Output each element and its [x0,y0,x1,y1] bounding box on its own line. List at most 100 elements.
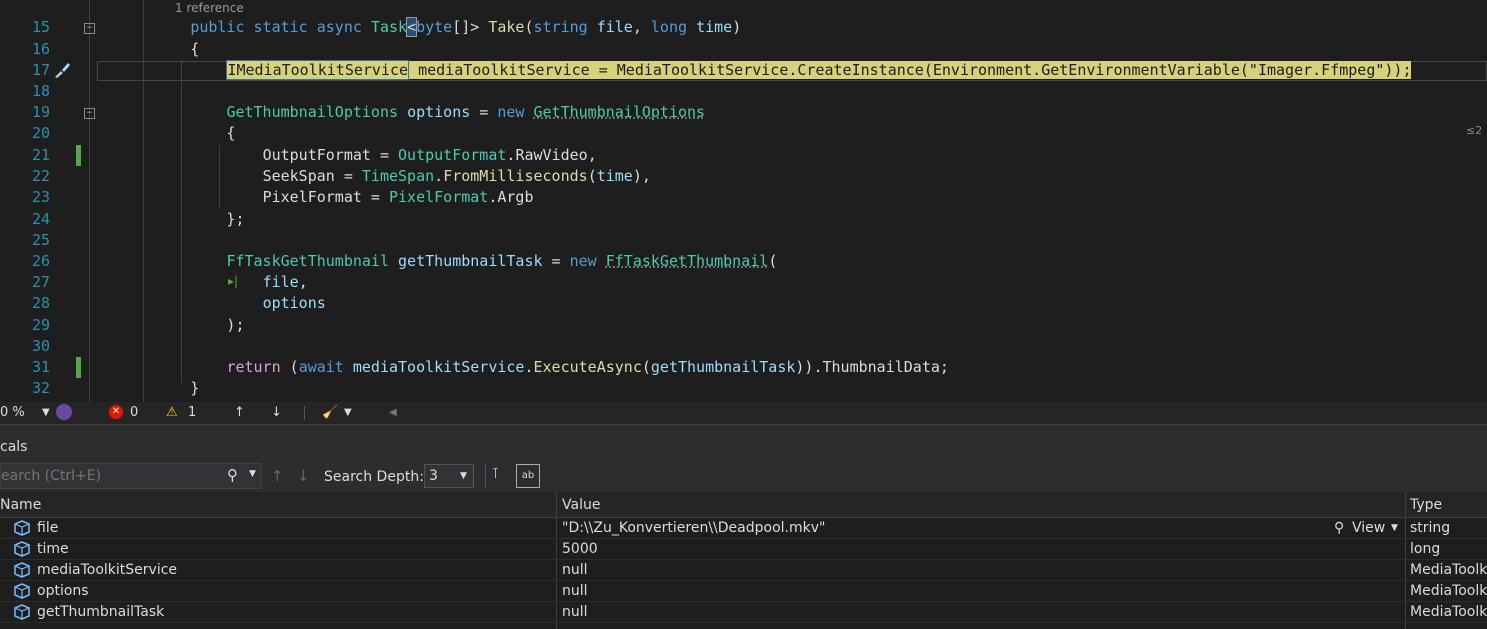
error-count[interactable]: 0 [130,405,138,420]
search-previous-icon[interactable]: ↑ [271,467,284,485]
line-number: 28 [31,294,50,312]
code-line: 27 ▸| file, [0,272,1487,293]
locals-row[interactable]: file "D:\\Zu_Konvertieren\\Deadpool.mkv"… [0,518,1487,539]
local-name: mediaToolkitService [37,562,178,578]
locals-row[interactable]: time 5000 long [0,539,1487,560]
code-text: FfTaskGetThumbnail getThumbnailTask = ne… [226,252,778,270]
code-line: 32 } [0,378,1487,399]
code-line: 26 FfTaskGetThumbnail getThumbnailTask =… [0,251,1487,272]
local-type: MediaToolk [1410,562,1487,578]
next-issue-arrow-icon[interactable]: ↓ [271,405,282,420]
locals-toolbar: ⚲ ▼ ↑ ↓ Search Depth: 3 ▼ ⊺ ab [0,462,1487,492]
code-text: ); [100,316,245,334]
copilot-icon[interactable] [56,404,72,420]
local-name: options [37,583,89,599]
code-text: { [100,124,236,142]
search-depth-value: 3 [429,468,438,484]
error-icon[interactable]: ✕ [109,405,123,419]
change-bar [76,357,81,378]
scroll-left-icon[interactable]: ◀ [389,407,397,418]
line-number: 20 [31,124,50,142]
warning-count[interactable]: 1 [188,405,196,420]
line-number: 26 [31,252,50,270]
line-number: 16 [31,40,50,58]
line-number: 15 [31,18,50,36]
code-text: file, [262,273,308,291]
code-text: GetThumbnailOptions options = new GetThu… [226,103,706,121]
local-value[interactable]: null [562,562,588,578]
code-cleanup-brush-icon[interactable]: 🧹 [322,405,338,420]
local-value[interactable]: "D:\\Zu_Konvertieren\\Deadpool.mkv" [562,520,825,536]
code-line: 28 options [0,293,1487,314]
code-line: 16 { [0,39,1487,60]
chevron-down-icon: ▼ [460,471,467,481]
code-line: 24 }; [0,209,1487,230]
local-value[interactable]: 5000 [562,541,598,557]
separator [485,465,486,487]
locals-row[interactable]: options null MediaToolk [0,581,1487,602]
line-number: 23 [31,188,50,206]
local-variable-icon [14,541,30,557]
line-number: 21 [31,146,50,164]
line-number: 18 [31,82,50,100]
warning-icon[interactable]: ⚠ [166,405,178,420]
view-visualizer-button[interactable]: View [1352,520,1385,536]
column-header-name[interactable]: Name [0,497,41,513]
line-number: 22 [31,167,50,185]
code-line: 25 [0,230,1487,251]
code-line: 18 [0,81,1487,102]
local-name: file [37,520,59,536]
code-text: } [100,379,200,397]
zoom-level[interactable]: 0 % [0,405,25,420]
locals-grid-header: Name Value Type [0,492,1487,518]
search-icon[interactable]: ⚲ [1334,520,1344,536]
code-line: 30 [0,336,1487,357]
code-text: }; [100,210,245,228]
code-line: 20 { [0,123,1487,144]
search-next-icon[interactable]: ↓ [297,467,310,485]
collapse-toggle-icon[interactable]: − [84,108,95,119]
chevron-down-icon[interactable]: ▼ [1391,523,1398,533]
local-type: long [1410,541,1441,557]
column-header-type[interactable]: Type [1410,497,1442,513]
code-text: SeekSpan = TimeSpan.FromMilliseconds(tim… [262,167,651,185]
code-text: public static async Task<byte[]> Take(st… [190,17,742,37]
separator [304,406,305,420]
pin-icon[interactable]: ⊺ [492,466,499,482]
view-options-icon[interactable]: ab [516,464,540,488]
locals-search-input[interactable] [1,466,221,486]
column-header-value[interactable]: Value [562,497,600,513]
code-line: 31 return (await mediaToolkitService.Exe… [0,357,1487,378]
code-line: 15 − public static async Task<byte[]> Ta… [0,17,1487,38]
local-variable-icon [14,604,30,620]
search-depth-select[interactable]: 3 ▼ [424,464,474,488]
change-bar [76,145,81,166]
search-options-dropdown-icon[interactable]: ▼ [249,469,256,479]
local-type: MediaToolk [1410,583,1487,599]
previous-issue-arrow-icon[interactable]: ↑ [234,405,245,420]
local-value[interactable]: null [562,583,588,599]
code-line: 29 ); [0,315,1487,336]
codelens-reference-hint[interactable]: 1 reference [175,1,244,15]
local-type: string [1410,520,1451,536]
line-number: 30 [31,337,50,355]
locals-row[interactable]: mediaToolkitService null MediaToolk [0,560,1487,581]
cleanup-dropdown-icon[interactable]: ▼ [344,407,352,418]
code-line: 17 IMediaToolkitService mediaToolkitServ… [0,60,1487,137]
locals-search-box[interactable]: ⚲ ▼ [0,463,262,489]
quick-actions-brush-icon[interactable] [52,61,72,79]
code-editor[interactable]: 1 reference 15 − public static async Tas… [0,0,1487,402]
code-line: 22 SeekSpan = TimeSpan.FromMilliseconds(… [0,166,1487,187]
code-text: options [262,294,326,312]
line-number: 32 [31,379,50,397]
collapse-toggle-icon[interactable]: − [84,23,95,34]
code-line: 19 − GetThumbnailOptions options = new G… [0,102,1487,123]
zoom-dropdown-icon[interactable]: ▼ [42,407,50,418]
local-value[interactable]: null [562,604,588,620]
locals-panel-title: cals [0,439,28,455]
line-number: 17 [31,61,50,79]
locals-grid: Name Value Type file "D:\\Zu_Konvertiere… [0,492,1487,629]
locals-row[interactable]: getThumbnailTask null MediaToolk [0,602,1487,623]
search-icon[interactable]: ⚲ [227,466,238,484]
local-type: MediaToolk [1410,604,1487,620]
